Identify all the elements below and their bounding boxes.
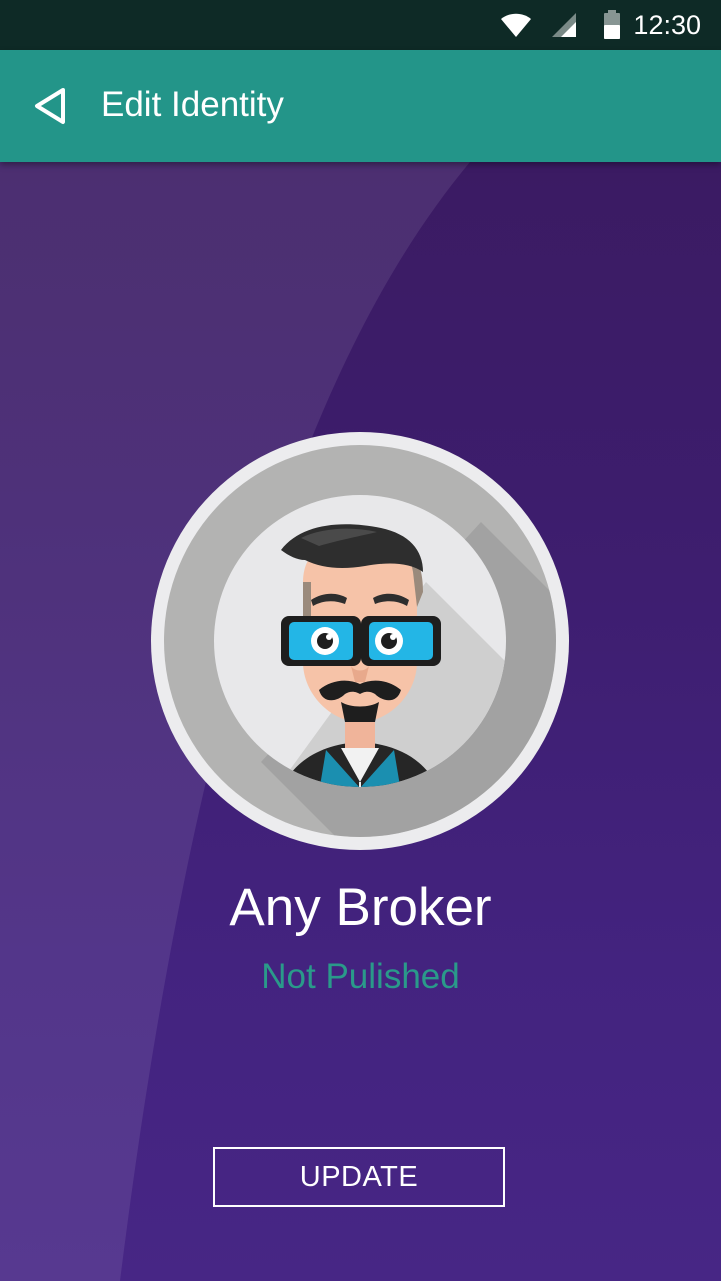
cell-signal-icon xyxy=(552,13,576,37)
back-button[interactable] xyxy=(18,74,82,138)
app-bar: Edit Identity xyxy=(0,50,721,162)
page-title: Edit Identity xyxy=(101,85,284,124)
publish-status: Not Pulished xyxy=(261,957,460,996)
profile-name: Any Broker xyxy=(229,878,492,937)
edit-identity-screen: 12:30 Edit Identity Any Broker Not Pulis… xyxy=(0,0,721,1281)
update-button[interactable]: UPDATE xyxy=(213,1147,505,1207)
wifi-icon xyxy=(501,13,531,37)
avatar xyxy=(151,432,569,850)
battery-icon xyxy=(604,10,620,39)
cartoon-man-avatar-icon xyxy=(151,432,569,850)
status-time: 12:30 xyxy=(633,10,701,40)
back-triangle-icon xyxy=(35,88,65,124)
status-bar: 12:30 xyxy=(0,0,721,50)
